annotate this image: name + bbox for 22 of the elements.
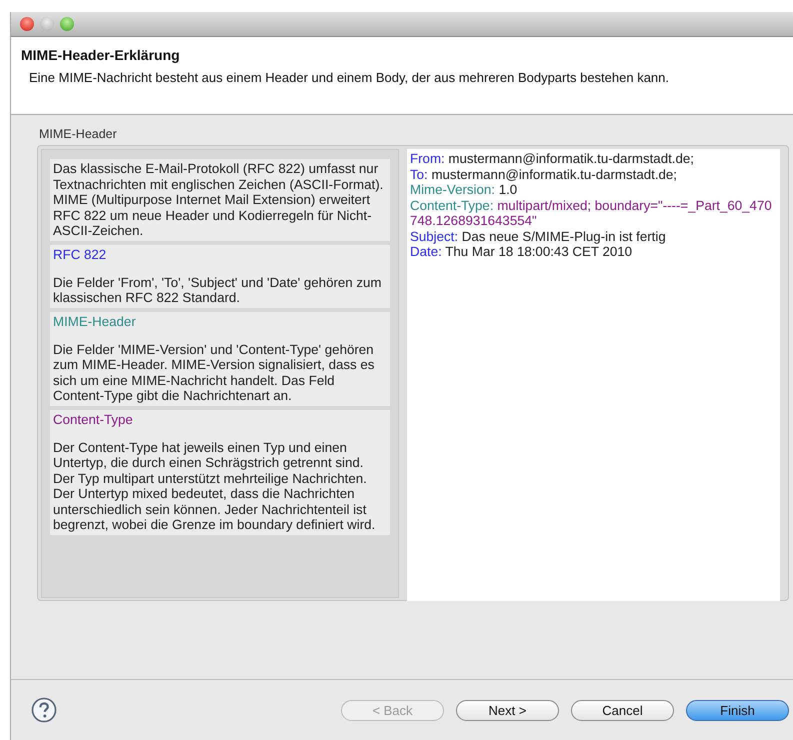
section-title: MIME-Header — [53, 314, 137, 328]
header-line: Subject: Das neue S/MIME-Plug-in ist fertig — [410, 228, 667, 244]
section-text: Der Content-Type hat jeweils einen Typ und einen Untertyp, die durch einen Schrägstrich getrennt sind. Der Typ multipart unterstützt mehrteilige Nachrichten. Der Untertyp mixed bedeutet, dass die Nachrichten unterschiedlich sein können. Jeder Nachrichtenteil ist begrenzt, wobei die Grenze im boundary definiert wird. — [53, 440, 376, 532]
zoom-button[interactable] — [60, 17, 74, 31]
page-title: MIME-Header-Erklärung — [21, 47, 181, 63]
section-text: Die Felder 'MIME-Version' und 'Content-Type' gehören zum MIME-Header. MIME-Version signalisiert, dass es sich um eine MIME-Nachricht handelt. Das Feld Content-Type gibt die Nachrichtenart an. — [53, 342, 376, 404]
section-text: Die Felder 'From', 'To', 'Subject' und 'Date' gehören zum klassischen RFC 822 Standard. — [53, 274, 383, 306]
section-title: RFC 822 — [53, 246, 108, 262]
group-label: MIME-Header — [39, 127, 118, 141]
section-title: Content-Type — [53, 412, 134, 426]
wizard-button[interactable]: Cancel — [571, 700, 674, 720]
finish-button[interactable]: Finish — [686, 700, 789, 720]
section-text: Das klassische E-Mail-Protokoll (RFC 822) umfasst nur Textnachrichten mit englischen Zeichen (ASCII-Format). MIME (Multipurpose Internet Mail Extension) erweitert RFC 822 um neue Header und Kodierregeln für Nicht-ASCII-Zeichen. — [53, 161, 384, 238]
wizard-button[interactable]: Next > — [456, 700, 559, 720]
help-icon[interactable] — [31, 697, 57, 723]
close-button[interactable] — [20, 17, 34, 31]
header-line: Content-Type: multipart/mixed; boundary="----=_Part_60_470748.1268931643554" — [410, 198, 773, 228]
page-description: Eine MIME-Nachricht besteht aus einem Header und einem Body, der aus mehreren Bodyparts bestehen kann. — [29, 70, 670, 85]
header-line: To: mustermann@informatik.tu-darmstadt.de; — [410, 166, 678, 182]
header-line: From: mustermann@informatik.tu-darmstadt.de; — [410, 151, 695, 166]
header-line: Mime-Version: 1.0 — [410, 182, 518, 198]
header-line: Date: Thu Mar 18 18:00:43 CET 2010 — [410, 244, 634, 260]
